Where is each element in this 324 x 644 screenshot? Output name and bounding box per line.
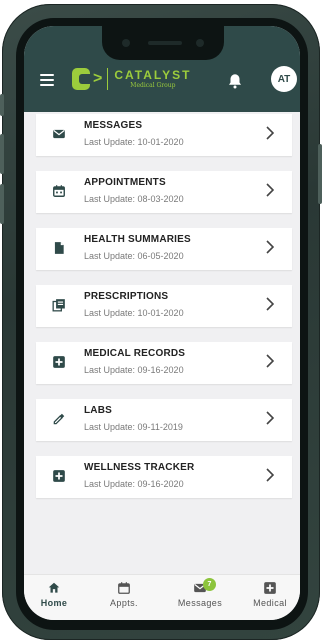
tab-label: Home (40, 598, 68, 608)
medical-plus-icon (53, 356, 65, 368)
camera-icon (122, 39, 130, 47)
prescription-icon (52, 299, 65, 312)
catalyst-logo: > CATALYST Medical Group (72, 66, 191, 92)
phone-frame: > CATALYST Medical Group AT MESSAGES Las… (0, 4, 322, 640)
menu-item-title: APPOINTMENTS (84, 177, 166, 188)
menu-item-subtitle: Last Update: 10-01-2020 (84, 137, 184, 147)
menu-item-subtitle: Last Update: 06-05-2020 (84, 251, 184, 261)
mute-switch (0, 94, 4, 116)
volume-up-button (0, 134, 4, 174)
chevron-right-icon (266, 126, 274, 140)
tab-label: Messages (177, 598, 223, 608)
notch (102, 26, 224, 60)
hamburger-menu-icon[interactable] (40, 74, 54, 89)
power-button (318, 144, 322, 204)
medical-plus-icon (53, 470, 65, 482)
tab-appointments[interactable]: Appts. (94, 581, 154, 608)
phone-screen: > CATALYST Medical Group AT MESSAGES Las… (24, 26, 300, 620)
menu-item-prescriptions[interactable]: PRESCRIPTIONS Last Update: 10-01-2020 (36, 285, 292, 327)
mail-icon (53, 129, 65, 139)
dropper-icon (53, 413, 65, 425)
sensor-icon (196, 39, 204, 47)
menu-item-title: MEDICAL RECORDS (84, 348, 186, 359)
document-icon (54, 242, 64, 254)
tab-label: Medical (253, 598, 287, 608)
volume-down-button (0, 184, 4, 224)
menu-item-title: LABS (84, 405, 113, 416)
menu-list: MESSAGES Last Update: 10-01-2020 APPOINT… (36, 114, 292, 513)
logo-divider (107, 68, 109, 90)
logo-c-mark (72, 68, 90, 90)
chevron-right-icon (266, 240, 274, 254)
calendar-icon (53, 185, 65, 197)
speaker-grille (148, 41, 182, 45)
menu-item-subtitle: Last Update: 08-03-2020 (84, 194, 184, 204)
menu-item-wellness-tracker[interactable]: WELLNESS TRACKER Last Update: 09-16-2020 (36, 456, 292, 498)
chevron-right-icon (266, 411, 274, 425)
menu-item-subtitle: Last Update: 09-16-2020 (84, 479, 184, 489)
menu-item-title: HEALTH SUMMARIES (84, 234, 191, 245)
menu-item-labs[interactable]: LABS Last Update: 09-11-2019 (36, 399, 292, 441)
tab-messages[interactable]: 7 Messages (170, 578, 230, 608)
chevron-right-icon (266, 297, 274, 311)
menu-item-medical-records[interactable]: MEDICAL RECORDS Last Update: 09-16-2020 (36, 342, 292, 384)
menu-item-subtitle: Last Update: 10-01-2020 (84, 308, 184, 318)
calendar-icon (118, 582, 130, 594)
notification-bell-icon[interactable] (226, 72, 244, 90)
home-icon (48, 582, 60, 593)
chevron-right-icon (266, 354, 274, 368)
brand-name: CATALYST (114, 67, 192, 82)
chevron-right-icon (266, 468, 274, 482)
brand-subtitle: Medical Group (130, 81, 176, 89)
menu-item-appointments[interactable]: APPOINTMENTS Last Update: 08-03-2020 (36, 171, 292, 213)
menu-item-title: MESSAGES (84, 120, 143, 131)
menu-item-subtitle: Last Update: 09-16-2020 (84, 365, 184, 375)
tab-home[interactable]: Home (24, 581, 84, 608)
chevron-right-icon (266, 183, 274, 197)
menu-item-title: WELLNESS TRACKER (84, 462, 195, 473)
menu-item-title: PRESCRIPTIONS (84, 291, 169, 302)
menu-item-health-summaries[interactable]: HEALTH SUMMARIES Last Update: 06-05-2020 (36, 228, 292, 270)
logo-arrow-icon: > (93, 70, 103, 87)
bottom-tab-bar: Home Appts. 7 Messages Medical (24, 574, 300, 620)
menu-item-subtitle: Last Update: 09-11-2019 (84, 422, 183, 432)
tab-medical[interactable]: Medical (240, 581, 300, 608)
messages-badge: 7 (203, 578, 216, 591)
menu-item-messages[interactable]: MESSAGES Last Update: 10-01-2020 (36, 114, 292, 156)
user-avatar[interactable]: AT (271, 66, 297, 92)
tab-label: Appts. (110, 598, 138, 608)
medical-plus-icon (264, 582, 276, 594)
